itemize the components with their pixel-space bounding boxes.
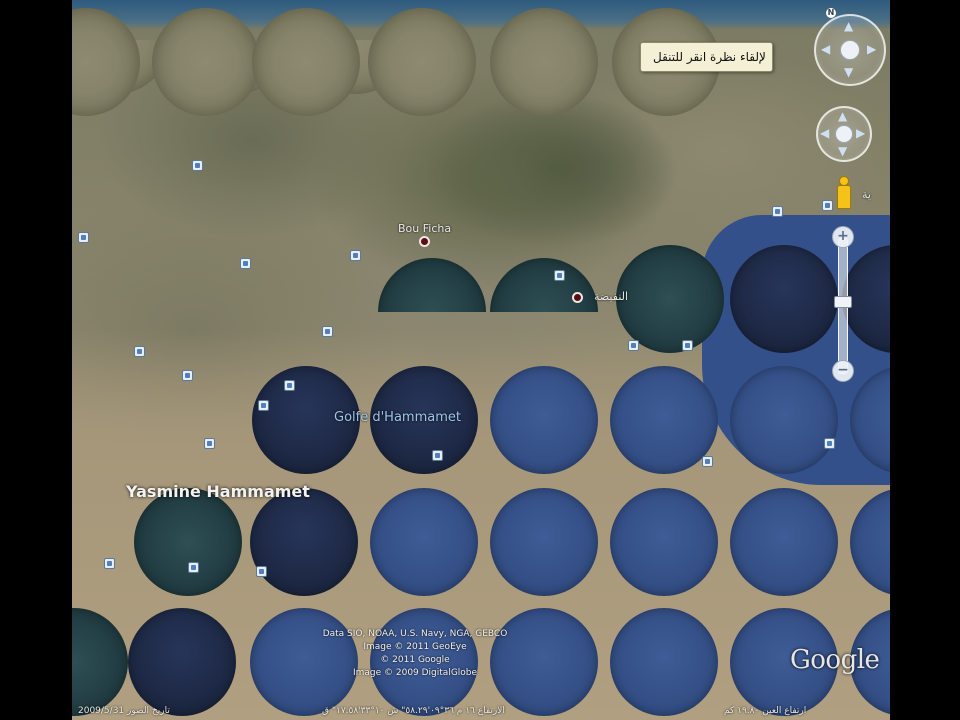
look-joystick[interactable]: ▲ ▼ ◀ ▶ bbox=[814, 14, 886, 86]
coordinates-readout: الارتفاع ١٦ م ٣٦°٠٩'٥٨.٢٩" ش ١٠°٣٣'١٧.٥٨… bbox=[322, 706, 505, 716]
google-logo: Google bbox=[790, 645, 880, 675]
tooltip-text-b: لإلقاء نظرة bbox=[710, 50, 766, 64]
map-tile bbox=[610, 608, 718, 716]
map-tile bbox=[370, 488, 478, 596]
move-up-icon[interactable]: ▲ bbox=[838, 110, 847, 122]
imagery-date: 2009/5/31 تاريخ الصور bbox=[78, 706, 170, 716]
map-tile bbox=[610, 488, 718, 596]
imagery-attribution: Data SIO, NOAA, U.S. Navy, NGA, GEBCO Im… bbox=[290, 628, 540, 680]
poi-marker[interactable] bbox=[134, 346, 145, 357]
move-right-icon[interactable]: ▶ bbox=[856, 127, 865, 139]
poi-marker[interactable] bbox=[772, 206, 783, 217]
town-label-west: Yasmine Hammamet bbox=[126, 482, 310, 501]
poi-marker[interactable] bbox=[192, 160, 203, 171]
move-joystick[interactable]: ▲ ▼ ◀ ▶ bbox=[816, 106, 872, 162]
street-view-pegman-icon[interactable] bbox=[836, 176, 851, 209]
map-tile bbox=[368, 8, 476, 116]
poi-marker[interactable] bbox=[824, 438, 835, 449]
zoom-out-button[interactable]: − bbox=[832, 360, 854, 382]
poi-marker[interactable] bbox=[822, 200, 833, 211]
attribution-line: Data SIO, NOAA, U.S. Navy, NGA, GEBCO bbox=[322, 629, 508, 639]
look-down-icon[interactable]: ▼ bbox=[844, 66, 853, 78]
edge-label: ية bbox=[862, 188, 871, 201]
look-up-icon[interactable]: ▲ bbox=[844, 20, 853, 32]
navigation-tooltip: لإلقاء نظرة انقر للتنقل bbox=[640, 42, 773, 72]
gulf-label: Golfe d'Hammamet bbox=[334, 410, 461, 425]
poi-marker[interactable] bbox=[432, 450, 443, 461]
poi-marker[interactable] bbox=[284, 380, 295, 391]
poi-marker[interactable] bbox=[702, 456, 713, 467]
zoom-in-button[interactable]: + bbox=[832, 226, 854, 248]
move-left-icon[interactable]: ◀ bbox=[820, 127, 829, 139]
map-viewport[interactable]: Golfe d'Hammamet Yasmine Hammamet Bou Fi… bbox=[72, 0, 890, 720]
hand-icon[interactable] bbox=[835, 125, 853, 143]
poi-marker[interactable] bbox=[240, 258, 251, 269]
poi-marker[interactable] bbox=[628, 340, 639, 351]
poi-marker[interactable] bbox=[188, 562, 199, 573]
poi-marker[interactable] bbox=[256, 566, 267, 577]
attribution-line: Image © 2011 GeoEye bbox=[363, 642, 467, 652]
look-left-icon[interactable]: ◀ bbox=[821, 43, 830, 55]
map-tile bbox=[730, 366, 838, 474]
poi-marker[interactable] bbox=[78, 232, 89, 243]
map-tile bbox=[134, 488, 242, 596]
attribution-line: Image © 2009 DigitalGlobe bbox=[352, 668, 478, 678]
poi-marker[interactable] bbox=[182, 370, 193, 381]
eye-icon[interactable] bbox=[840, 40, 860, 60]
map-tile bbox=[616, 245, 724, 353]
attribution-line: © 2011 Google bbox=[380, 655, 450, 665]
poi-marker[interactable] bbox=[554, 270, 565, 281]
map-tile bbox=[152, 8, 260, 116]
city-pin[interactable] bbox=[419, 236, 430, 247]
map-tile bbox=[490, 366, 598, 474]
map-tile bbox=[730, 245, 838, 353]
eye-altitude: ارتفاع العين ١٩.٨٠ كم bbox=[724, 706, 807, 716]
map-tile bbox=[252, 8, 360, 116]
poi-marker[interactable] bbox=[682, 340, 693, 351]
map-tile bbox=[128, 608, 236, 716]
town-label-north: Bou Ficha bbox=[398, 222, 452, 235]
map-tile bbox=[490, 8, 598, 116]
poi-marker[interactable] bbox=[204, 438, 215, 449]
city-label-arabic: النفيضة bbox=[594, 290, 629, 303]
city-pin[interactable] bbox=[572, 292, 583, 303]
map-tile bbox=[250, 488, 358, 596]
tooltip-text-a: انقر للتنقل bbox=[653, 50, 707, 64]
map-tile bbox=[490, 488, 598, 596]
map-tile bbox=[730, 488, 838, 596]
poi-marker[interactable] bbox=[258, 400, 269, 411]
north-indicator[interactable]: N bbox=[826, 8, 836, 18]
status-bar: 2009/5/31 تاريخ الصور الارتفاع ١٦ م ٣٦°٠… bbox=[72, 702, 890, 720]
poi-marker[interactable] bbox=[322, 326, 333, 337]
zoom-slider-handle[interactable] bbox=[834, 296, 852, 308]
move-down-icon[interactable]: ▼ bbox=[838, 145, 847, 157]
poi-marker[interactable] bbox=[350, 250, 361, 261]
look-right-icon[interactable]: ▶ bbox=[867, 43, 876, 55]
poi-marker[interactable] bbox=[104, 558, 115, 569]
